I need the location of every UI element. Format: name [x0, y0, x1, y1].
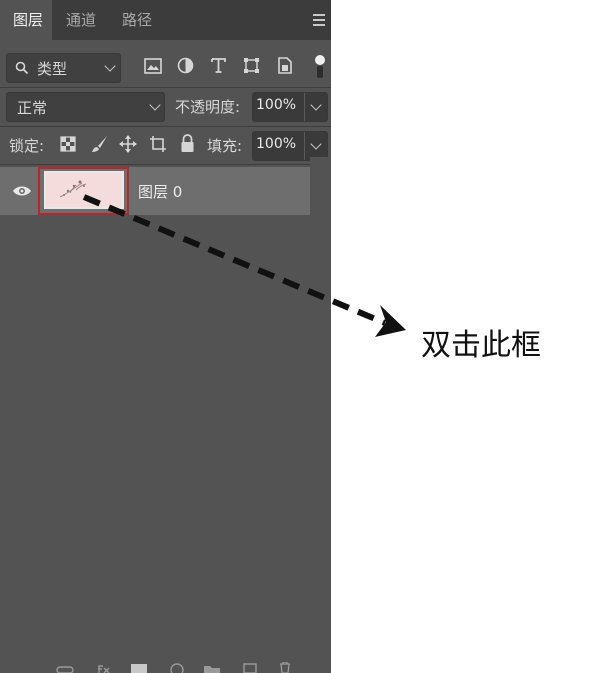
annotation-text: 双击此框: [421, 328, 541, 363]
